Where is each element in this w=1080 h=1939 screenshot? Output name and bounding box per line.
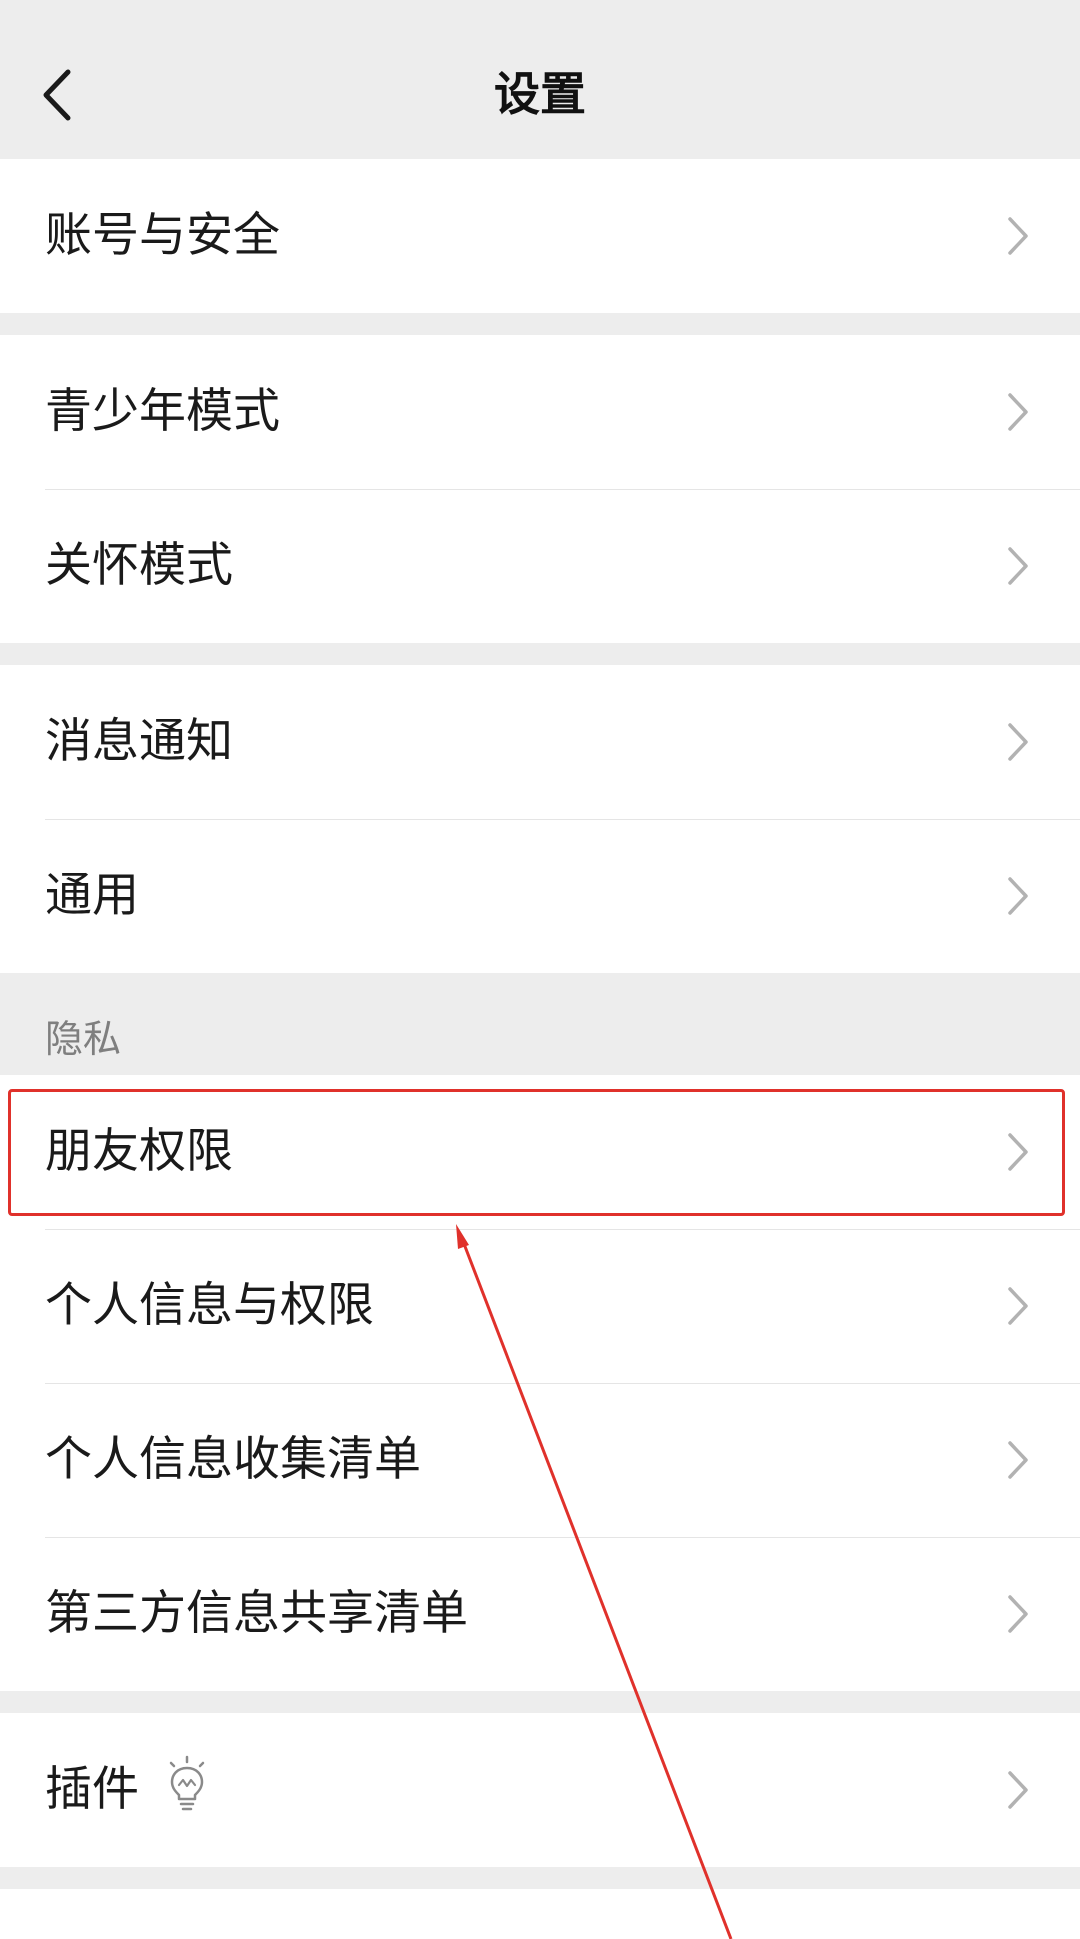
settings-item-notifications[interactable]: 消息通知 (0, 665, 1080, 819)
settings-item-personal-info-permissions[interactable]: 个人信息与权限 (0, 1229, 1080, 1383)
settings-group-account: 账号与安全 (0, 159, 1080, 313)
settings-item-friend-permissions[interactable]: 朋友权限 (0, 1075, 1080, 1229)
settings-group-privacy: 朋友权限 个人信息与权限 个人信息收集清单 第三方信息共享清单 (0, 1075, 1080, 1691)
settings-item-label: 朋友权限 (45, 1124, 233, 1179)
settings-item-plugins[interactable]: 插件 (0, 1713, 1080, 1867)
settings-item-label: 个人信息与权限 (45, 1278, 374, 1333)
chevron-right-icon (1008, 1287, 1028, 1325)
settings-item-label: 消息通知 (45, 714, 233, 769)
chevron-right-icon (1008, 217, 1028, 255)
settings-group-modes: 青少年模式 关怀模式 (0, 335, 1080, 643)
settings-item-label: 青少年模式 (45, 384, 280, 439)
chevron-right-icon (1008, 547, 1028, 585)
page-title: 设置 (494, 67, 586, 121)
chevron-right-icon (1008, 1595, 1028, 1633)
chevron-right-icon (1008, 1441, 1028, 1479)
chevron-right-icon (1008, 877, 1028, 915)
settings-item-personal-info-collection[interactable]: 个人信息收集清单 (0, 1383, 1080, 1537)
chevron-right-icon (1008, 723, 1028, 761)
settings-item-label: 第三方信息共享清单 (45, 1586, 468, 1641)
settings-item-care-mode[interactable]: 关怀模式 (0, 489, 1080, 643)
navigation-bar: 设置 (0, 0, 1080, 158)
chevron-right-icon (1008, 1771, 1028, 1809)
settings-group-plugins: 插件 (0, 1713, 1080, 1867)
settings-item-label: 插件 (45, 1762, 139, 1817)
section-title-privacy: 隐私 (45, 1017, 122, 1061)
settings-item-general[interactable]: 通用 (0, 819, 1080, 973)
settings-item-label: 通用 (45, 868, 139, 923)
settings-item-account-security[interactable]: 账号与安全 (0, 159, 1080, 313)
settings-item-label: 关怀模式 (45, 538, 233, 593)
settings-item-label: 账号与安全 (45, 208, 280, 263)
settings-group-general: 消息通知 通用 (0, 665, 1080, 973)
chevron-right-icon (1008, 1133, 1028, 1171)
settings-group-bottom-partial (0, 1889, 1080, 1939)
lightbulb-icon (169, 1755, 205, 1811)
chevron-right-icon (1008, 393, 1028, 431)
settings-item-third-party-sharing[interactable]: 第三方信息共享清单 (0, 1537, 1080, 1691)
settings-item-label: 个人信息收集清单 (45, 1432, 421, 1487)
settings-item-teen-mode[interactable]: 青少年模式 (0, 335, 1080, 489)
